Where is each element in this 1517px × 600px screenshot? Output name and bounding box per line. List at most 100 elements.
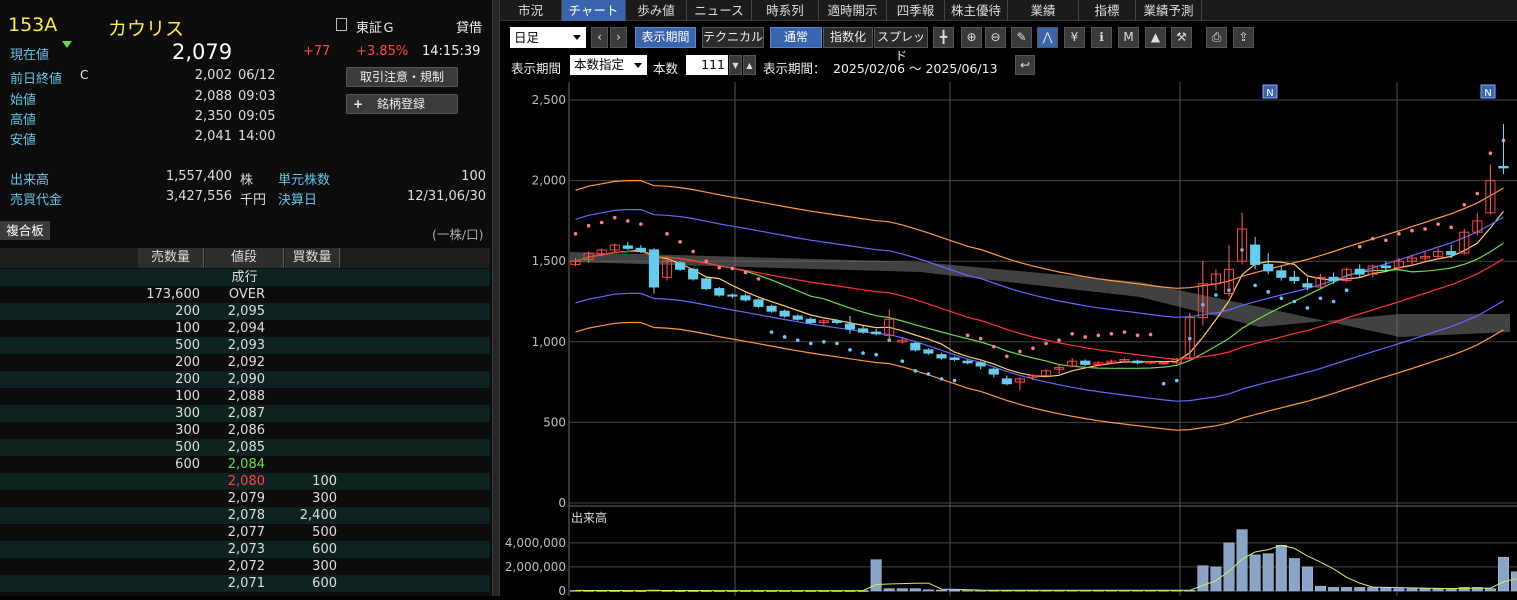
board-price[interactable]: 2,095 xyxy=(205,303,265,320)
period-select[interactable]: 日足 xyxy=(510,27,586,48)
mode-normal-button[interactable]: 通常 xyxy=(770,27,822,48)
tab-8[interactable]: 業績 xyxy=(1008,0,1079,21)
sell-qty[interactable]: 200 xyxy=(138,303,200,320)
zoom-out-icon[interactable]: ⊖ xyxy=(985,27,1006,48)
spin-up-icon[interactable]: ▲ xyxy=(743,55,756,75)
board-row[interactable]: 173,600 OVER xyxy=(0,286,490,303)
count-mode-select[interactable]: 本数指定 xyxy=(570,55,647,75)
sell-qty[interactable]: 500 xyxy=(138,439,200,456)
board-price[interactable]: 2,072 xyxy=(205,558,265,575)
yen-icon[interactable]: ¥ xyxy=(1064,27,1085,48)
mode-index-button[interactable]: 指数化 xyxy=(823,27,873,48)
board-row[interactable]: 300 2,087 xyxy=(0,405,490,422)
panel-splitter[interactable] xyxy=(492,0,500,596)
tab-6[interactable]: 四季報 xyxy=(887,0,945,21)
board-row[interactable]: 500 2,093 xyxy=(0,337,490,354)
parabolic-dot xyxy=(1384,238,1388,243)
technical-button[interactable]: テクニカル xyxy=(702,27,764,48)
sell-qty[interactable]: 300 xyxy=(138,405,200,422)
return-icon[interactable]: ↩ xyxy=(1015,55,1035,75)
board-row[interactable]: 2,071 600 xyxy=(0,575,490,592)
tab-9[interactable]: 指標 xyxy=(1079,0,1136,21)
tab-10[interactable]: 業績予測 xyxy=(1136,0,1202,21)
export-icon[interactable]: ⇪ xyxy=(1233,27,1254,48)
zoom-in-icon[interactable]: ⊕ xyxy=(961,27,982,48)
board-price[interactable]: 成行 xyxy=(205,269,284,286)
board-row[interactable]: 300 2,086 xyxy=(0,422,490,439)
buy-qty[interactable]: 300 xyxy=(285,558,337,575)
crosshair-icon[interactable]: ╋ xyxy=(933,27,954,48)
tab-1[interactable]: チャート xyxy=(562,0,626,21)
buy-qty[interactable]: 300 xyxy=(285,490,337,507)
board-row[interactable]: 2,073 600 xyxy=(0,541,490,558)
buy-qty[interactable]: 600 xyxy=(285,575,337,592)
board-row[interactable]: 2,080 100 xyxy=(0,473,490,490)
pencil-icon[interactable]: ✎ xyxy=(1011,27,1032,48)
board-price[interactable]: 2,080 xyxy=(205,473,265,490)
board-price[interactable]: 2,077 xyxy=(205,524,265,541)
board-price[interactable]: 2,093 xyxy=(205,337,265,354)
tab-3[interactable]: ニュース xyxy=(687,0,752,21)
board-row[interactable]: 2,078 2,400 xyxy=(0,507,490,524)
prev-arrow-icon[interactable]: ‹ xyxy=(591,27,608,48)
trading-notice-button[interactable]: 取引注意・規制 xyxy=(346,67,458,87)
board-price[interactable]: 2,090 xyxy=(205,371,265,388)
board-price[interactable]: 2,085 xyxy=(205,439,265,456)
buy-qty[interactable]: 500 xyxy=(285,524,337,541)
board-row[interactable]: 2,079 300 xyxy=(0,490,490,507)
board-price[interactable]: 2,078 xyxy=(205,507,265,524)
trend-icon[interactable]: ⋀ xyxy=(1037,27,1058,48)
sell-qty[interactable]: 200 xyxy=(138,354,200,371)
info-icon[interactable]: ℹ xyxy=(1091,27,1112,48)
board-tab[interactable]: 複合板 xyxy=(0,221,50,240)
price-chart[interactable]: 2,500 2,000 1,500 1,000 500 0 N N 出来高 4,000,000 2,… xyxy=(500,82,1517,598)
board-row[interactable]: 100 2,094 xyxy=(0,320,490,337)
area-chart-icon[interactable]: ▲ xyxy=(1145,27,1166,48)
board-row[interactable]: 2,077 500 xyxy=(0,524,490,541)
sell-qty[interactable]: 200 xyxy=(138,371,200,388)
display-period-button[interactable]: 表示期間 xyxy=(635,27,696,48)
board-row[interactable]: 200 2,092 xyxy=(0,354,490,371)
board-row[interactable]: 600 2,084 xyxy=(0,456,490,473)
sell-qty[interactable]: 300 xyxy=(138,422,200,439)
tab-0[interactable]: 市況 xyxy=(500,0,562,21)
board-price[interactable]: 2,087 xyxy=(205,405,265,422)
board-row[interactable]: 200 2,090 xyxy=(0,371,490,388)
buy-qty[interactable]: 600 xyxy=(285,541,337,558)
board-price[interactable]: 2,094 xyxy=(205,320,265,337)
board-row[interactable]: 500 2,085 xyxy=(0,439,490,456)
buy-qty[interactable]: 100 xyxy=(285,473,337,490)
wrench-icon[interactable]: ⚒ xyxy=(1171,27,1192,48)
board-price[interactable]: 2,092 xyxy=(205,354,265,371)
tab-7[interactable]: 株主優待 xyxy=(945,0,1008,21)
tab-5[interactable]: 適時開示 xyxy=(819,0,887,21)
sell-qty[interactable]: 500 xyxy=(138,337,200,354)
board-row[interactable]: 100 2,088 xyxy=(0,388,490,405)
register-stock-button[interactable]: + 銘柄登録 xyxy=(346,94,458,114)
sell-qty[interactable]: 100 xyxy=(138,388,200,405)
sell-qty[interactable]: 100 xyxy=(138,320,200,337)
sell-qty[interactable]: 600 xyxy=(138,456,200,473)
sell-qty[interactable]: 173,600 xyxy=(138,286,200,303)
buy-qty[interactable]: 2,400 xyxy=(285,507,337,524)
count-input[interactable]: 111 xyxy=(686,55,728,75)
next-arrow-icon[interactable]: › xyxy=(610,27,627,48)
mode-spread-button[interactable]: スプレッド xyxy=(874,27,928,63)
board-price[interactable]: OVER xyxy=(205,286,265,303)
board-row[interactable]: 成行 xyxy=(0,269,490,286)
my-chart-icon[interactable]: M xyxy=(1118,27,1139,48)
board-price[interactable]: 2,079 xyxy=(205,490,265,507)
board-price[interactable]: 2,086 xyxy=(205,422,265,439)
print-icon[interactable]: ⎙ xyxy=(1206,27,1227,48)
board-price[interactable]: 2,088 xyxy=(205,388,265,405)
board-price[interactable]: 2,084 xyxy=(205,456,265,473)
board-row[interactable]: 2,072 300 xyxy=(0,558,490,575)
tab-4[interactable]: 時系列 xyxy=(752,0,819,21)
board-price[interactable]: 2,071 xyxy=(205,575,265,592)
document-icon[interactable] xyxy=(336,18,347,31)
board-row[interactable]: 200 2,095 xyxy=(0,303,490,320)
chart-canvas[interactable]: 2,500 2,000 1,500 1,000 500 0 N N 出来高 4,000,000 2,… xyxy=(500,82,1517,598)
board-price[interactable]: 2,073 xyxy=(205,541,265,558)
tab-2[interactable]: 歩み値 xyxy=(626,0,687,21)
spin-down-icon[interactable]: ▼ xyxy=(729,55,742,75)
